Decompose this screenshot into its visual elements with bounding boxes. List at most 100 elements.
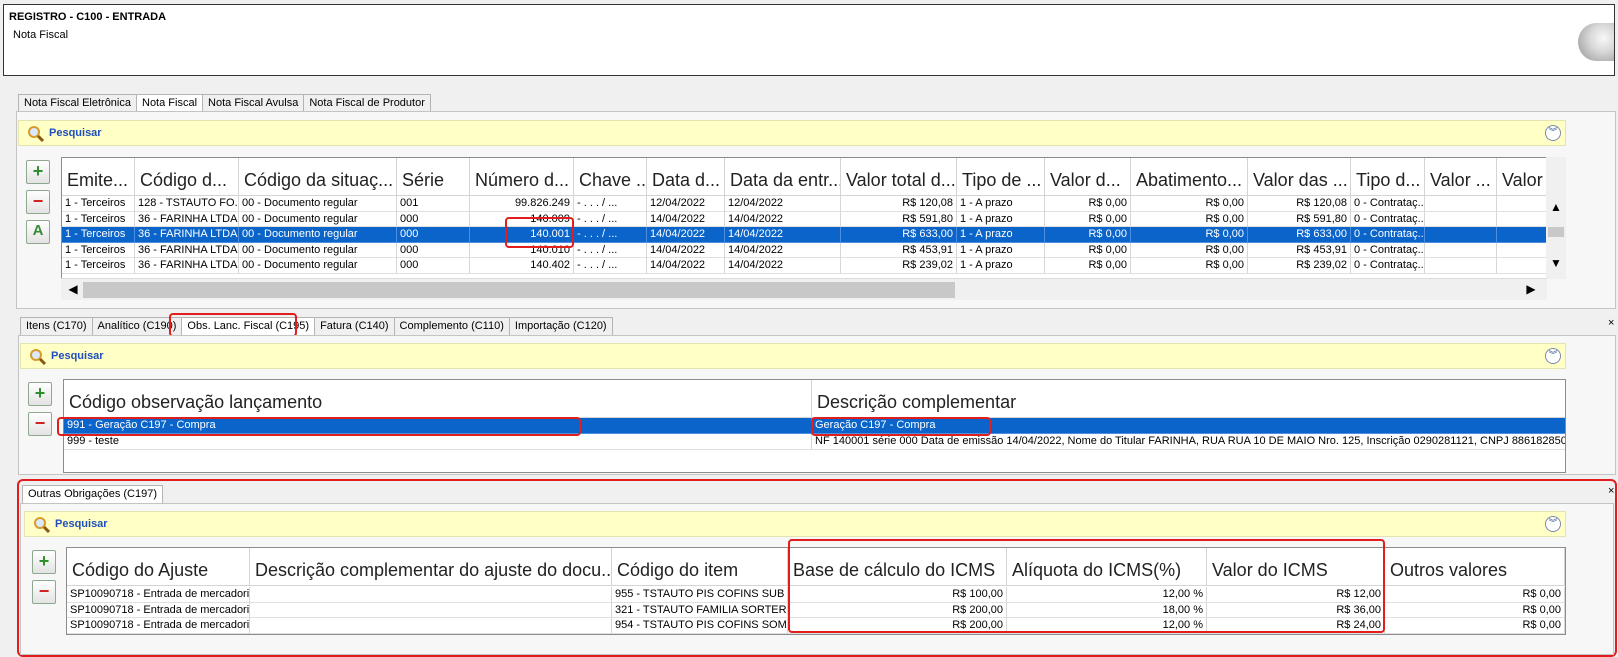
tab-nota-fiscal-produtor[interactable]: Nota Fiscal de Produtor <box>303 94 431 112</box>
table-cell: 14/04/2022 <box>647 227 725 243</box>
column-header[interactable]: Outros valores <box>1385 548 1565 586</box>
remove-button[interactable]: − <box>32 580 56 604</box>
close-icon[interactable]: × <box>1608 317 1614 329</box>
column-header[interactable]: Código do Ajuste <box>67 548 250 586</box>
table-cell: 0 - Contrataç... <box>1351 258 1425 274</box>
table-cell: 12/04/2022 <box>725 196 841 212</box>
table-cell: R$ 239,02 <box>1248 258 1351 274</box>
remove-button[interactable]: − <box>28 412 52 436</box>
column-header[interactable]: Código da situaç... <box>239 158 397 196</box>
column-header[interactable]: Número d... <box>470 158 574 196</box>
table-row[interactable]: 999 - teste NF 140001 série 000 Data de e… <box>64 434 1565 450</box>
table-cell: 1 - Terceiros <box>62 258 135 274</box>
column-header[interactable]: Série <box>397 158 470 196</box>
table-cell: R$ 0,00 <box>1131 211 1248 228</box>
column-header[interactable]: Valor d... <box>1045 158 1131 196</box>
column-header[interactable]: Valor ... <box>1425 158 1497 196</box>
table-cell: R$ 633,00 <box>1248 227 1351 243</box>
table-cell <box>1497 258 1546 274</box>
table-cell: SP10090718 - Entrada de mercadori... <box>67 618 250 634</box>
table-cell: R$ 453,91 <box>1248 242 1351 259</box>
scroll-up-icon[interactable]: ▲ <box>1546 197 1566 217</box>
tab-nota-fiscal[interactable]: Nota Fiscal <box>136 94 204 112</box>
edit-button[interactable]: A <box>26 220 50 244</box>
tab-nota-fiscal-eletronica[interactable]: Nota Fiscal Eletrônica <box>18 94 137 112</box>
column-header[interactable]: Código d... <box>135 158 239 196</box>
add-button[interactable]: + <box>28 382 52 406</box>
table-cell: 140.402 <box>470 258 574 274</box>
table-cell: R$ 0,00 <box>1045 227 1131 243</box>
table-cell: 00 - Documento regular <box>239 196 397 212</box>
table-cell: 1 - Terceiros <box>62 211 135 228</box>
table-cell: 000 <box>397 242 470 259</box>
highlight-obs-code <box>57 417 581 436</box>
bottom-tab-bar: Outras Obrigações (C197) <box>22 485 163 503</box>
chevron-down-icon[interactable]: ︾ <box>1545 348 1561 364</box>
column-header[interactable]: Chave ... <box>574 158 647 196</box>
table-cell: R$ 0,00 <box>1131 242 1248 259</box>
chevron-down-icon[interactable]: ︾ <box>1545 125 1561 141</box>
table-cell: - . . . / ... <box>574 227 647 243</box>
tab-complemento-c110[interactable]: Complemento (C110) <box>393 317 510 335</box>
table-cell: 00 - Documento regular <box>239 258 397 274</box>
column-header[interactable]: Valor <box>1497 158 1546 196</box>
column-header[interactable]: Data da entr... <box>725 158 841 196</box>
table-row[interactable]: 1 - Terceiros 36 - FARINHA LTDA 00 - Docum… <box>62 211 1546 228</box>
table-cell: 000 <box>397 258 470 274</box>
tab-itens-c170[interactable]: Itens (C170) <box>20 317 93 335</box>
table-cell: - . . . / ... <box>574 196 647 212</box>
table-row[interactable]: 1 - Terceiros 36 - FARINHA LTDA 00 - Docum… <box>62 242 1546 259</box>
column-header[interactable]: Descrição complementar do ajuste do docu… <box>250 548 612 586</box>
add-button[interactable]: + <box>26 160 50 184</box>
highlight-icms-columns <box>788 539 1385 633</box>
column-header[interactable]: Tipo d... <box>1351 158 1425 196</box>
column-header[interactable]: Código do item <box>612 548 788 586</box>
scroll-down-icon[interactable]: ▼ <box>1546 253 1566 273</box>
add-button[interactable]: + <box>32 550 56 574</box>
tab-importacao-c120[interactable]: Importação (C120) <box>508 317 613 335</box>
search-icon <box>28 126 44 142</box>
table-cell: R$ 453,91 <box>841 242 957 259</box>
column-header[interactable]: Código observação lançamento <box>64 380 812 418</box>
table-cell: 000 <box>397 211 470 228</box>
column-header[interactable]: Emite... <box>62 158 135 196</box>
column-header[interactable]: Tipo de ... <box>957 158 1045 196</box>
table-cell: R$ 591,80 <box>1248 211 1351 228</box>
table-cell: - . . . / ... <box>574 242 647 259</box>
chevron-down-icon[interactable]: ︾ <box>1545 516 1561 532</box>
table-cell: 954 - TSTAUTO PIS COFINS SOMA... <box>612 618 788 634</box>
table-cell: 999 - teste <box>64 434 812 450</box>
horizontal-scrollbar[interactable]: ◀ ▶ <box>61 278 1547 300</box>
scroll-thumb-vertical[interactable] <box>1548 227 1564 237</box>
scroll-thumb-horizontal[interactable] <box>83 282 955 298</box>
table-row[interactable]: 1 - Terceiros 128 - TSTAUTO FO... 00 - Doc… <box>62 196 1546 212</box>
tab-nota-fiscal-avulsa[interactable]: Nota Fiscal Avulsa <box>202 94 305 112</box>
column-header[interactable]: Valor total d... <box>841 158 957 196</box>
table-cell <box>1425 196 1497 212</box>
table-cell: 36 - FARINHA LTDA <box>135 227 239 243</box>
column-header[interactable]: Descrição complementar <box>812 380 1565 418</box>
column-header[interactable]: Valor das ... <box>1248 158 1351 196</box>
tab-outras-obrigacoes-c197[interactable]: Outras Obrigações (C197) <box>22 485 163 503</box>
search-bar-top[interactable]: Pesquisar ︾ <box>18 120 1566 146</box>
search-bar-obs[interactable]: Pesquisar ︾ <box>20 343 1566 369</box>
table-cell: 0 - Contrataç... <box>1351 211 1425 228</box>
table-cell: R$ 591,80 <box>841 211 957 228</box>
table-cell: 1 - A prazo <box>957 196 1045 212</box>
tab-fatura-c140[interactable]: Fatura (C140) <box>314 317 395 335</box>
search-bar-c197[interactable]: Pesquisar ︾ <box>24 511 1566 537</box>
table-cell: R$ 0,00 <box>1131 258 1248 274</box>
table-cell: R$ 0,00 <box>1045 196 1131 212</box>
table-row[interactable]: 1 - Terceiros 36 - FARINHA LTDA 00 - Docum… <box>62 258 1546 274</box>
column-header[interactable]: Data d... <box>647 158 725 196</box>
table-row[interactable]: 1 - Terceiros 36 - FARINHA LTDA 00 - Docum… <box>62 227 1546 243</box>
table-cell: 00 - Documento regular <box>239 242 397 259</box>
nota-fiscal-grid: Emite... Código d... Código da situaç... Sé… <box>61 157 1547 279</box>
scroll-left-icon[interactable]: ◀ <box>63 279 83 299</box>
vertical-scrollbar[interactable]: ▲ ▼ <box>1546 157 1566 279</box>
remove-button[interactable]: − <box>26 190 50 214</box>
table-cell <box>1497 243 1546 259</box>
scroll-right-icon[interactable]: ▶ <box>1521 279 1541 299</box>
close-icon[interactable]: × <box>1608 485 1614 497</box>
column-header[interactable]: Abatimento... <box>1131 158 1248 196</box>
